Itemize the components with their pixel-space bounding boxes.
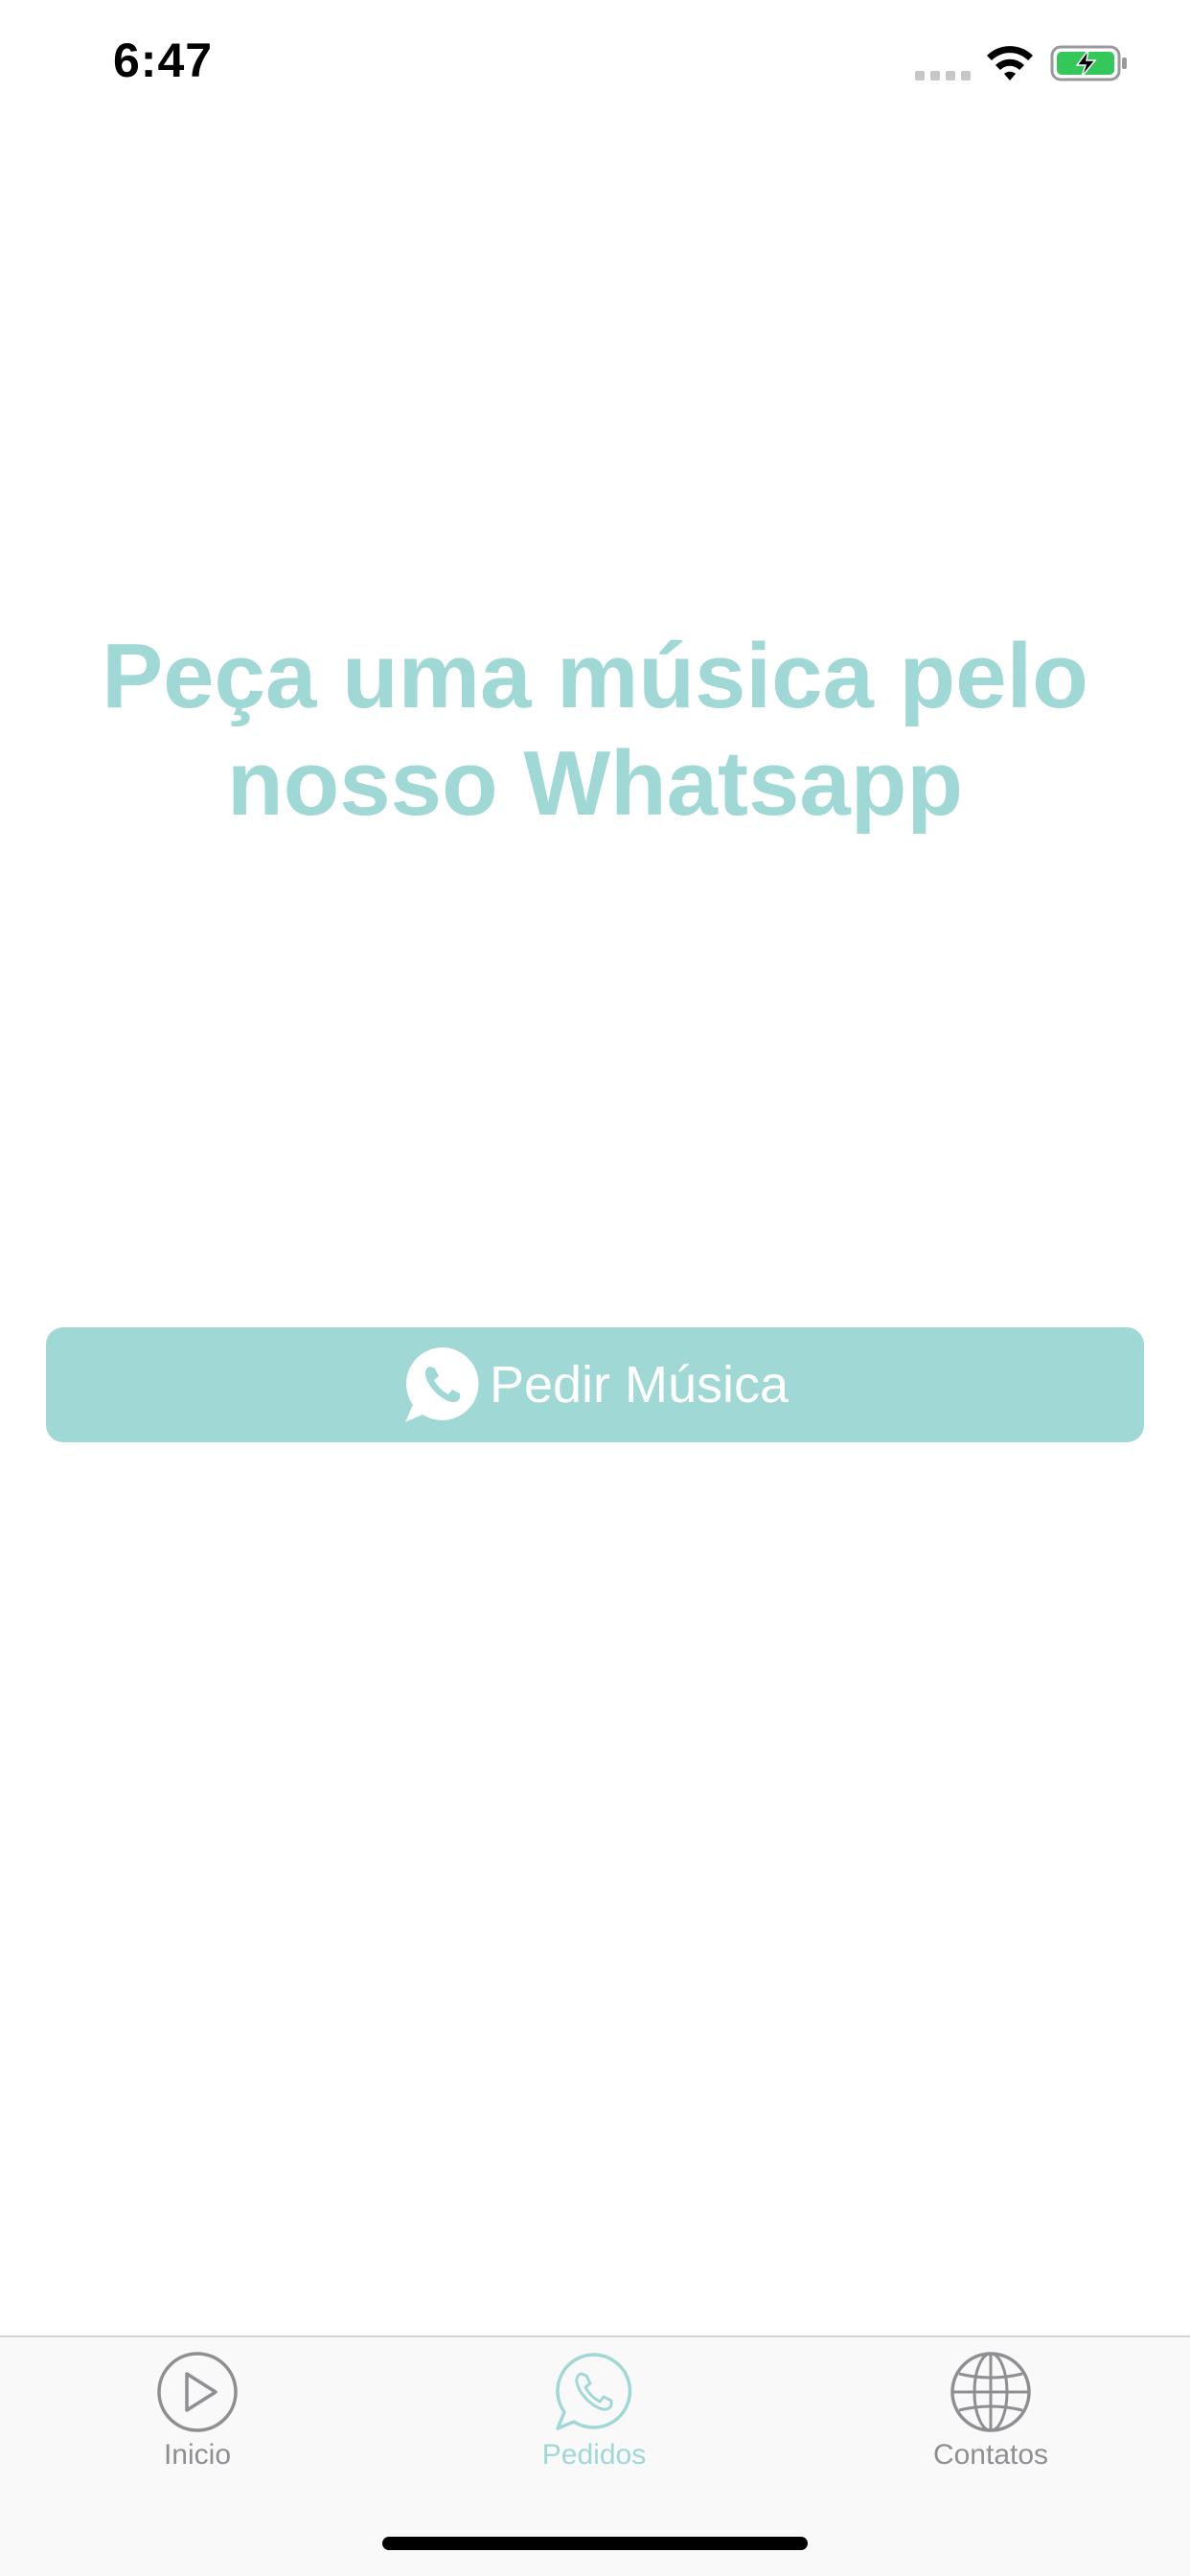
status-bar: 6:47 — [0, 0, 1190, 126]
screen: 6:47 Peça uma música pelo nosso Whatsapp… — [0, 0, 1190, 2576]
tab-contatos-label: Contatos — [932, 2439, 1049, 2471]
tab-pedidos-label: Pedidos — [541, 2439, 647, 2471]
tab-inicio[interactable]: Inicio — [92, 2351, 303, 2485]
whatsapp-icon — [404, 1347, 479, 1422]
globe-icon — [950, 2352, 1031, 2432]
wifi-icon — [987, 46, 1033, 80]
tab-inicio-label: Inicio — [163, 2439, 232, 2471]
tab-contatos[interactable]: Contatos — [885, 2351, 1096, 2485]
headline-line-2: nosso Whatsapp — [226, 732, 964, 835]
play-circle-icon — [157, 2352, 238, 2432]
home-indicator[interactable] — [382, 2537, 808, 2550]
order-song-button[interactable]: Pedir Música — [46, 1327, 1144, 1442]
page-headline: Peça uma música pelo nosso Whatsapp — [0, 623, 1190, 838]
status-time: 6:47 — [113, 34, 214, 87]
order-button-label: Pedir Música — [489, 1356, 790, 1414]
battery-charging-icon — [1050, 45, 1127, 81]
headline-line-1: Peça uma música pelo — [102, 625, 1088, 727]
whatsapp-icon — [556, 2353, 632, 2430]
cellular-signal-icon — [915, 69, 973, 82]
tab-pedidos[interactable]: Pedidos — [489, 2351, 699, 2485]
